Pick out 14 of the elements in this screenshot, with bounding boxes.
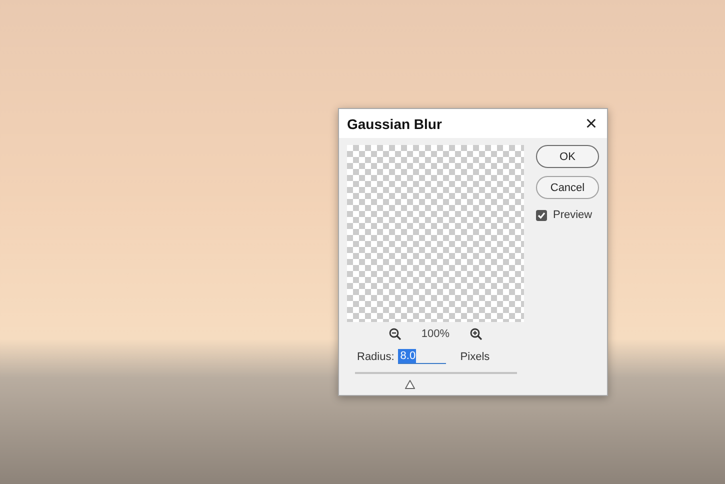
- unit-label: Pixels: [460, 350, 490, 362]
- close-button[interactable]: ×: [583, 114, 599, 134]
- ok-button[interactable]: OK: [536, 145, 599, 168]
- cancel-button[interactable]: Cancel: [536, 176, 599, 199]
- zoom-out-button[interactable]: [389, 328, 402, 340]
- zoom-in-icon: [470, 328, 482, 340]
- zoom-out-icon: [389, 328, 402, 340]
- radius-field[interactable]: 8.0: [398, 349, 446, 364]
- zoom-level: 100%: [421, 328, 450, 340]
- dialog-title: Gaussian Blur: [347, 116, 442, 132]
- preview-label: Preview: [553, 209, 592, 221]
- zoom-in-button[interactable]: [470, 328, 482, 340]
- preview-checkbox[interactable]: [536, 210, 547, 220]
- radius-label: Radius:: [357, 350, 394, 362]
